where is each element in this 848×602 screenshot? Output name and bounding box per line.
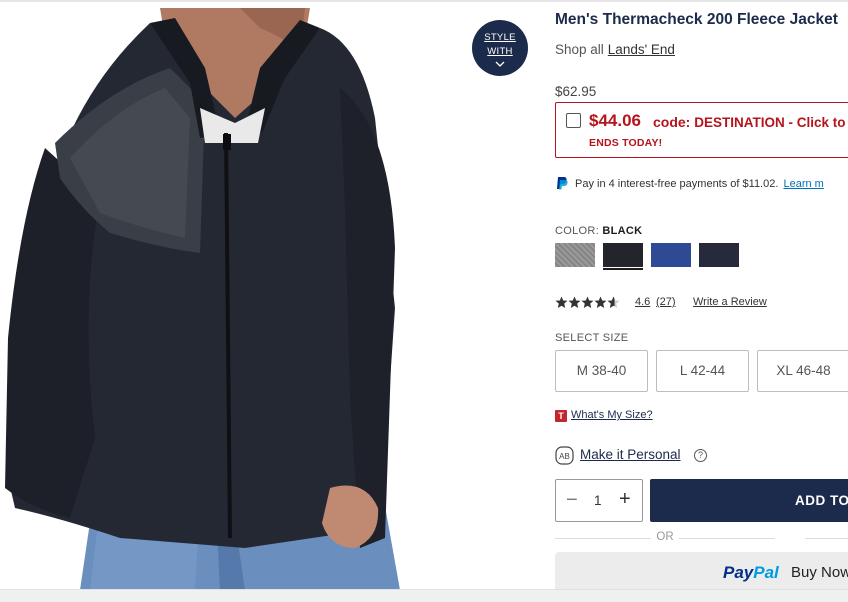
- jacket-photo: [5, 8, 400, 590]
- paypal-logo-pay: Pay: [723, 563, 754, 582]
- promo-checkbox[interactable]: [566, 113, 581, 128]
- write-review-link[interactable]: Write a Review: [693, 296, 767, 308]
- selected-color: BLACK: [602, 225, 643, 237]
- or-text: OR: [651, 531, 679, 543]
- product-details: Men's Thermacheck 200 Fleece Jacket Shop…: [555, 0, 848, 602]
- bottom-bar: [0, 589, 848, 602]
- paypal-logo-pal: Pal: [753, 563, 779, 582]
- promo-code-text: code: DESTINATION - Click to: [653, 114, 846, 130]
- product-image[interactable]: [0, 8, 530, 590]
- brand-link[interactable]: Lands' End: [608, 42, 675, 57]
- size-option-l[interactable]: L 42-44: [656, 350, 749, 392]
- color-label: COLOR: BLACK: [555, 225, 642, 237]
- rating-value[interactable]: 4.6: [635, 296, 650, 308]
- monogram-icon-text: AB: [559, 452, 570, 461]
- size-option-m[interactable]: M 38-40: [555, 350, 648, 392]
- help-icon[interactable]: ?: [694, 449, 707, 462]
- promo-code-link[interactable]: DESTINATION - Click to: [694, 115, 845, 130]
- sale-price: $44.06: [589, 111, 641, 130]
- monogram-icon: AB: [555, 446, 574, 465]
- style-with-label-1: STYLE: [484, 32, 516, 43]
- add-to-bag-button[interactable]: ADD TO: [650, 479, 848, 522]
- quantity-decrease-button[interactable]: −: [566, 490, 578, 510]
- paypal-buy-now-button[interactable]: PayPal Buy Now: [555, 552, 848, 594]
- buy-now-label: Buy Now: [791, 564, 848, 581]
- or-divider: OR: [555, 531, 848, 545]
- color-label-text: COLOR:: [555, 225, 599, 237]
- original-price: $62.95: [555, 84, 597, 99]
- swatch-gray-heather[interactable]: [555, 243, 595, 267]
- true-fit-icon: T: [555, 410, 567, 422]
- product-page: STYLE WITH Men's Thermacheck 200 Fleece …: [0, 0, 848, 602]
- promo-box: $44.06 code: DESTINATION - Click to ENDS…: [555, 102, 848, 158]
- style-with-label-2: WITH: [487, 46, 513, 57]
- promo-ends: ENDS TODAY!: [589, 137, 663, 149]
- make-it-personal-link[interactable]: Make it Personal: [580, 447, 681, 462]
- shop-all: Shop all Lands' End: [555, 42, 675, 57]
- rating-summary: 4.6 (27) Write a Review: [555, 296, 815, 312]
- whats-my-size-link[interactable]: What's My Size?: [571, 409, 653, 421]
- paypal-logo: PayPal: [723, 563, 779, 583]
- promo-code-prefix: code:: [653, 114, 691, 130]
- chevron-down-icon: [495, 61, 505, 67]
- paypal-pay-in-4: Pay in 4 interest-free payments of $11.0…: [555, 176, 824, 190]
- product-title: Men's Thermacheck 200 Fleece Jacket: [555, 11, 838, 28]
- review-count[interactable]: (27): [656, 296, 676, 308]
- shop-all-label: Shop all: [555, 42, 604, 57]
- quantity-stepper: − 1 +: [555, 479, 643, 522]
- style-with-button[interactable]: STYLE WITH: [472, 20, 528, 76]
- size-option-xl[interactable]: XL 46-48: [757, 350, 848, 392]
- star-rating-icon: [555, 296, 620, 308]
- quantity-value[interactable]: 1: [594, 493, 602, 508]
- paypal-icon: [557, 177, 568, 190]
- swatch-blue[interactable]: [651, 243, 691, 267]
- swatch-black[interactable]: [603, 243, 643, 267]
- selected-swatch-indicator: [603, 268, 643, 270]
- paypal-learn-more-link[interactable]: Learn m: [783, 178, 823, 190]
- swatch-navy[interactable]: [699, 243, 739, 267]
- whats-my-size: T What's My Size?: [555, 409, 653, 422]
- size-label: SELECT SIZE: [555, 332, 629, 344]
- paypal-message-text: Pay in 4 interest-free payments of $11.0…: [575, 178, 779, 190]
- quantity-increase-button[interactable]: +: [619, 489, 631, 509]
